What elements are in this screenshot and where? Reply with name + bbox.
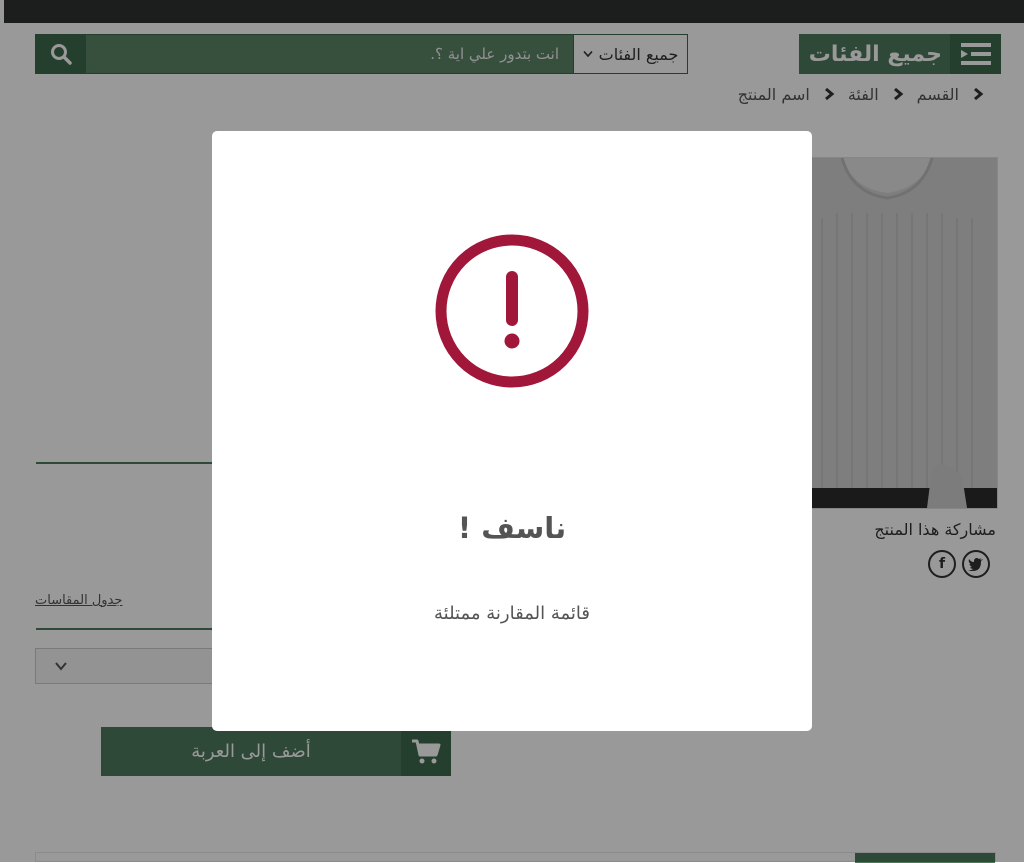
alert-modal: ناسف ! قائمة المقارنة ممتلئة (212, 131, 812, 731)
modal-message: قائمة المقارنة ممتلئة (434, 603, 590, 624)
exclamation-circle-icon (435, 234, 589, 388)
modal-title: ناسف ! (457, 511, 567, 545)
